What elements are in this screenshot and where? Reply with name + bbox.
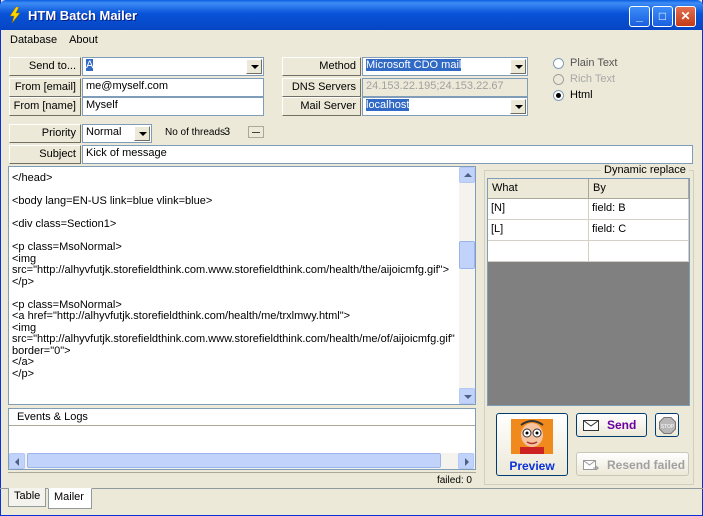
priority-value: Normal — [86, 126, 122, 138]
resend-failed-label: Resend failed — [607, 458, 686, 472]
threads-value[interactable]: 3 — [224, 126, 230, 138]
chevron-down-icon[interactable] — [246, 59, 262, 74]
failed-count: failed: 0 — [436, 475, 472, 486]
events-scroll-thumb[interactable] — [27, 453, 441, 468]
column-header-by[interactable]: By — [589, 179, 689, 199]
stop-button[interactable]: STOP — [655, 413, 679, 437]
tab-mailer[interactable]: Mailer — [48, 488, 92, 509]
from-name-label: From [name] — [9, 97, 81, 116]
editor-content[interactable]: </head> <body lang=EN-US link=blue vlink… — [12, 172, 455, 380]
preview-face-icon — [511, 419, 553, 454]
table-row-new-what[interactable] — [488, 241, 589, 262]
window-title: HTM Batch Mailer — [28, 8, 138, 23]
editor-vscrollbar[interactable] — [459, 167, 475, 404]
table-row-1-by[interactable]: field: B — [589, 199, 689, 220]
events-header: Events & Logs — [9, 409, 475, 426]
chevron-down-icon[interactable] — [134, 126, 150, 141]
mail-server-select[interactable]: localhost — [362, 97, 528, 116]
editor-scroll-thumb[interactable] — [459, 241, 475, 269]
tab-table[interactable]: Table — [8, 488, 46, 507]
minimize-icon: _ — [636, 9, 643, 23]
threads-spinner[interactable] — [248, 126, 264, 138]
scroll-up-icon[interactable] — [459, 167, 475, 183]
maximize-button[interactable]: □ — [652, 6, 673, 27]
close-icon: ✕ — [680, 9, 691, 23]
send-to-button[interactable]: Send to... — [9, 57, 81, 76]
dns-servers-label: DNS Servers — [282, 78, 361, 97]
resend-icon — [583, 459, 600, 471]
html-radio[interactable] — [553, 90, 564, 101]
table-row-2-what[interactable]: [L] — [488, 220, 589, 241]
resend-failed-button: Resend failed — [576, 452, 689, 476]
menu-bar: Database About — [4, 32, 104, 50]
chevron-down-icon[interactable] — [510, 99, 526, 114]
from-email-label: From [email] — [9, 78, 81, 97]
send-envelope-icon — [583, 420, 599, 431]
mail-server-value: localhost — [366, 99, 410, 111]
table-row-2-by[interactable]: field: C — [589, 220, 689, 241]
mail-server-label: Mail Server — [282, 97, 361, 116]
scroll-down-icon[interactable] — [459, 388, 475, 404]
minimize-button[interactable]: _ — [629, 6, 650, 27]
scroll-right-icon[interactable] — [458, 453, 474, 469]
plain-text-radio[interactable] — [553, 58, 564, 69]
table-row-new-by[interactable] — [589, 241, 689, 262]
events-hscrollbar[interactable] — [9, 453, 475, 469]
rich-text-radio — [553, 74, 564, 85]
menu-about[interactable]: About — [63, 32, 104, 48]
method-label: Method — [282, 57, 361, 76]
subject-label: Subject — [9, 145, 81, 164]
from-email-field[interactable]: me@myself.com — [82, 78, 264, 97]
dns-servers-field: 24.153.22.195;24.153.22.67 — [362, 78, 528, 97]
events-log-panel: Events & Logs — [8, 408, 476, 470]
plain-text-label: Plain Text — [570, 57, 618, 69]
column-header-what[interactable]: What — [488, 179, 589, 199]
send-label: Send — [607, 418, 637, 432]
app-lightning-icon — [7, 6, 23, 24]
scroll-left-icon[interactable] — [9, 453, 25, 469]
method-select[interactable]: Microsoft CDO mail — [362, 57, 528, 76]
subject-field[interactable]: Kick of message — [82, 145, 693, 164]
send-to-value: A — [86, 59, 94, 71]
preview-label: Preview — [509, 459, 555, 473]
html-label: Html — [570, 89, 593, 101]
svg-text:STOP: STOP — [661, 424, 675, 430]
stop-icon: STOP — [659, 417, 676, 434]
send-to-select[interactable]: A — [82, 57, 264, 76]
rich-text-label: Rich Text — [570, 73, 616, 85]
send-button[interactable]: Send — [576, 413, 647, 437]
spinner-divider — [252, 132, 260, 133]
table-row-1-what[interactable]: [N] — [488, 199, 589, 220]
message-editor[interactable]: </head> <body lang=EN-US link=blue vlink… — [8, 166, 476, 405]
events-title: Events & Logs — [17, 411, 88, 423]
chevron-down-icon[interactable] — [510, 59, 526, 74]
dynamic-replace-title: Dynamic replace — [601, 164, 689, 176]
priority-label: Priority — [9, 124, 81, 143]
menu-database[interactable]: Database — [4, 32, 63, 48]
maximize-icon: □ — [658, 9, 667, 23]
from-name-field[interactable]: Myself — [82, 97, 264, 116]
close-button[interactable]: ✕ — [675, 6, 696, 27]
preview-button[interactable]: Preview — [496, 413, 568, 476]
threads-label: No of threads — [165, 127, 226, 138]
replace-grid[interactable]: What By [N] field: B [L] field: C — [487, 178, 690, 406]
method-value: Microsoft CDO mail — [366, 59, 462, 71]
priority-select[interactable]: Normal — [82, 124, 152, 143]
status-bar: failed: 0 — [8, 472, 476, 486]
tab-strip-line — [0, 488, 703, 489]
